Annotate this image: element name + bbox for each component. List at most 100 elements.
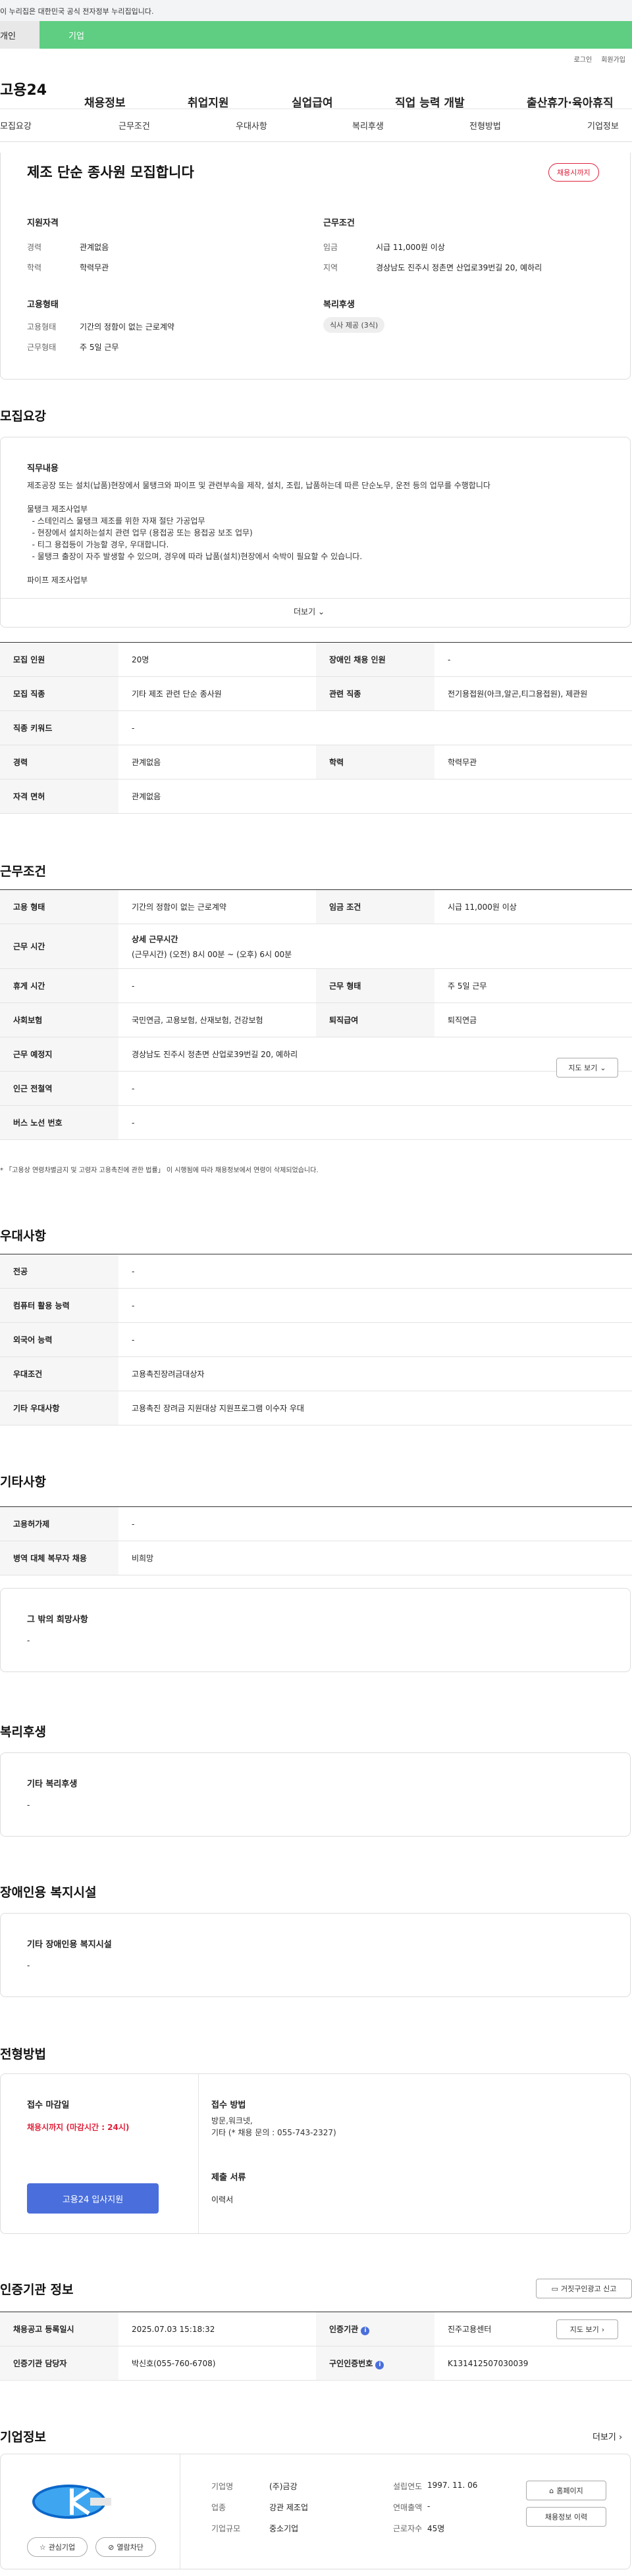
work-heading: 근무조건 [0, 864, 46, 879]
table-row: 외국어 능력 - [0, 1322, 632, 1357]
row-value: - [118, 1322, 632, 1357]
fav-company-button[interactable]: ☆ 관심기업 [27, 2537, 88, 2557]
row-value: 주 5일 근무 [434, 968, 632, 1003]
table-row: 우대조건 고용촉진장려금대상자 [0, 1356, 632, 1391]
table-row: 버스 노선 번호 - [0, 1105, 632, 1140]
history-button[interactable]: 채용정보 이력 [526, 2507, 606, 2527]
company-more-label: 더보기 [592, 2433, 616, 2442]
docs-value: 이력서 [211, 2195, 234, 2204]
snb-welfare[interactable]: 복리후생 [352, 119, 384, 132]
row-value: - [118, 1105, 632, 1140]
agency-map-button[interactable]: 지도 보기 › [556, 2319, 618, 2339]
est-value: 1997. 11. 06 [427, 2481, 478, 2490]
site-logo[interactable]: 고용24 [0, 78, 79, 99]
tab-individual-label: 개인 [0, 31, 16, 41]
tab-individual[interactable]: 개인 [0, 21, 40, 49]
row-label: 자격 면허 [0, 779, 118, 814]
pref-table: 전공 - 컴퓨터 활용 능력 - 외국어 능력 - 우대조건 고용촉진장려금대상자 기타… [0, 1254, 632, 1425]
duty-more-label: 더보기 [294, 607, 316, 616]
row-value: - [118, 1506, 632, 1541]
work-map-button[interactable]: 지도 보기 ⌄ [556, 1058, 618, 1077]
table-row: 기타 우대사항 고용촉진 장려금 지원대상 지원프로그램 이수자 우대 [0, 1391, 632, 1425]
est-label: 설립연도 [393, 2482, 423, 2491]
table-row: 고용 형태 기간의 정함이 없는 근로계약 임금 조건 시급 11,000원 이… [0, 889, 632, 924]
gnb-item-unemployment[interactable]: 실업급여 [292, 93, 333, 110]
row-value: - [118, 1288, 632, 1323]
document-icon: ▭ [551, 2284, 558, 2293]
company-more-link[interactable]: 더보기 › [592, 2430, 622, 2442]
duty-divider [1, 598, 630, 599]
edu-label: 학력 [27, 263, 42, 272]
row-label: 학력 [316, 745, 434, 780]
row-label: 관련 직종 [316, 676, 434, 711]
table-row: 고용허가제 - [0, 1506, 632, 1541]
table-row: 휴게 시간 - 근무 형태 주 5일 근무 [0, 968, 632, 1003]
table-row: 자격 면허 관계없음 [0, 779, 632, 814]
docs-title: 제출 서류 [211, 2173, 246, 2183]
homepage-button[interactable]: ⌂ 홈페이지 [526, 2481, 606, 2500]
org-label: 인증기관 [329, 2324, 359, 2334]
row-value: 경상남도 진주시 정촌면 산업로39번길 20, 예하리 [118, 1037, 632, 1072]
table-row: 모집 직종 기타 제조 관련 단순 종사원 관련 직종 전기용접원(아크,알곤,… [0, 676, 632, 711]
disabled-card: 기타 장애인용 복지시설 - [0, 1913, 631, 1997]
disabled-card-value: - [27, 1961, 30, 1970]
snb-pref[interactable]: 우대사항 [236, 119, 267, 132]
homepage-label: 홈페이지 [556, 2487, 583, 2495]
gnb-item-training[interactable]: 직업 능력 개발 [395, 93, 465, 110]
apply-button[interactable]: 고용24 입사지원 [27, 2183, 159, 2214]
gov-banner: 이 누리집은 대한민국 공식 전자정부 누리집입니다. [0, 0, 632, 21]
login-link[interactable]: 로그인 [574, 54, 592, 64]
row-label: 컴퓨터 활용 능력 [0, 1288, 118, 1323]
table-row: 근무 예정지 경상남도 진주시 정촌면 산업로39번길 20, 예하리 [0, 1037, 632, 1072]
report-button[interactable]: ▭ 거짓구인광고 신고 [536, 2279, 632, 2298]
gnb-item-employment-support[interactable]: 취업지원 [188, 93, 229, 110]
block-company-button[interactable]: ⊘ 열람차단 [95, 2537, 156, 2557]
row-label: 직종 키워드 [0, 710, 118, 745]
gnb-item-jobs[interactable]: 채용정보 [84, 93, 126, 110]
row-value: 20명 [118, 642, 316, 677]
row-label: 인증기관 i [316, 2312, 434, 2346]
process-card: 접수 마감일 채용시까지 (마감시간 : 24시) 고용24 입사지원 접수 방… [0, 2073, 631, 2234]
table-row: 경력 관계없음 학력 학력무관 [0, 745, 632, 780]
row-label: 장애인 채용 인원 [316, 642, 434, 677]
signup-link[interactable]: 회원가입 [601, 54, 625, 64]
snb-process[interactable]: 전형방법 [469, 119, 501, 132]
size-label: 기업규모 [211, 2524, 241, 2533]
method-title: 접수 방법 [211, 2100, 246, 2110]
snb-work[interactable]: 근무조건 [118, 119, 150, 132]
row-value: 학력무관 [434, 745, 632, 780]
table-row: 채용공고 등록일시 2025.07.03 15:18:32 인증기관 i 진주고… [0, 2312, 632, 2346]
gnb-item-leave[interactable]: 출산휴가·육아휴직 [527, 93, 614, 110]
recruit-table: 모집 인원 20명 장애인 채용 인원 - 모집 직종 기타 제조 관련 단순 … [0, 642, 632, 814]
row-value: 2025.07.03 15:18:32 [118, 2312, 316, 2346]
snb-recruit[interactable]: 모집요강 [0, 119, 32, 132]
work-type-value: 주 5일 근무 [80, 343, 119, 352]
duty-text: 제조공장 또는 설치(납품)현장에서 물탱크와 파이프 및 관련부속을 제작, … [27, 481, 490, 585]
hours-title: 상세 근무시간 [132, 934, 178, 944]
employees-label: 근로자수 [393, 2524, 423, 2533]
chevron-down-icon: ⌄ [600, 1063, 606, 1072]
row-label: 사회보험 [0, 1003, 118, 1037]
table-row: 근무 시간 상세 근무시간 (근무시간) (오전) 8시 00분 ~ (오후) … [0, 924, 632, 969]
row-label: 휴게 시간 [0, 968, 118, 1003]
edu-value: 학력무관 [80, 263, 109, 272]
etc-other-value: - [27, 1636, 30, 1645]
tab-company[interactable]: 기업 [40, 21, 632, 49]
welfare-card-title: 기타 복리후생 [27, 1779, 78, 1789]
info-icon[interactable]: i [361, 2326, 370, 2335]
row-label: 구인인증번호 i [316, 2346, 434, 2381]
table-row: 모집 인원 20명 장애인 채용 인원 - [0, 642, 632, 677]
info-icon[interactable]: i [375, 2360, 384, 2369]
row-value: - [118, 968, 316, 1003]
row-value: 퇴직연금 [434, 1003, 632, 1037]
row-label: 외국어 능력 [0, 1322, 118, 1357]
map-button-label: 지도 보기 [569, 2325, 599, 2334]
table-row: 컴퓨터 활용 능력 - [0, 1288, 632, 1323]
duty-more-button[interactable]: 더보기 ⌄ [294, 606, 325, 617]
table-row: 전공 - [0, 1254, 632, 1289]
duty-title: 직무내용 [27, 464, 59, 474]
row-value: - [434, 642, 632, 677]
process-heading: 전형방법 [0, 2047, 46, 2062]
snb-company[interactable]: 기업정보 [587, 119, 619, 132]
row-value: 시급 11,000원 이상 [434, 889, 632, 924]
